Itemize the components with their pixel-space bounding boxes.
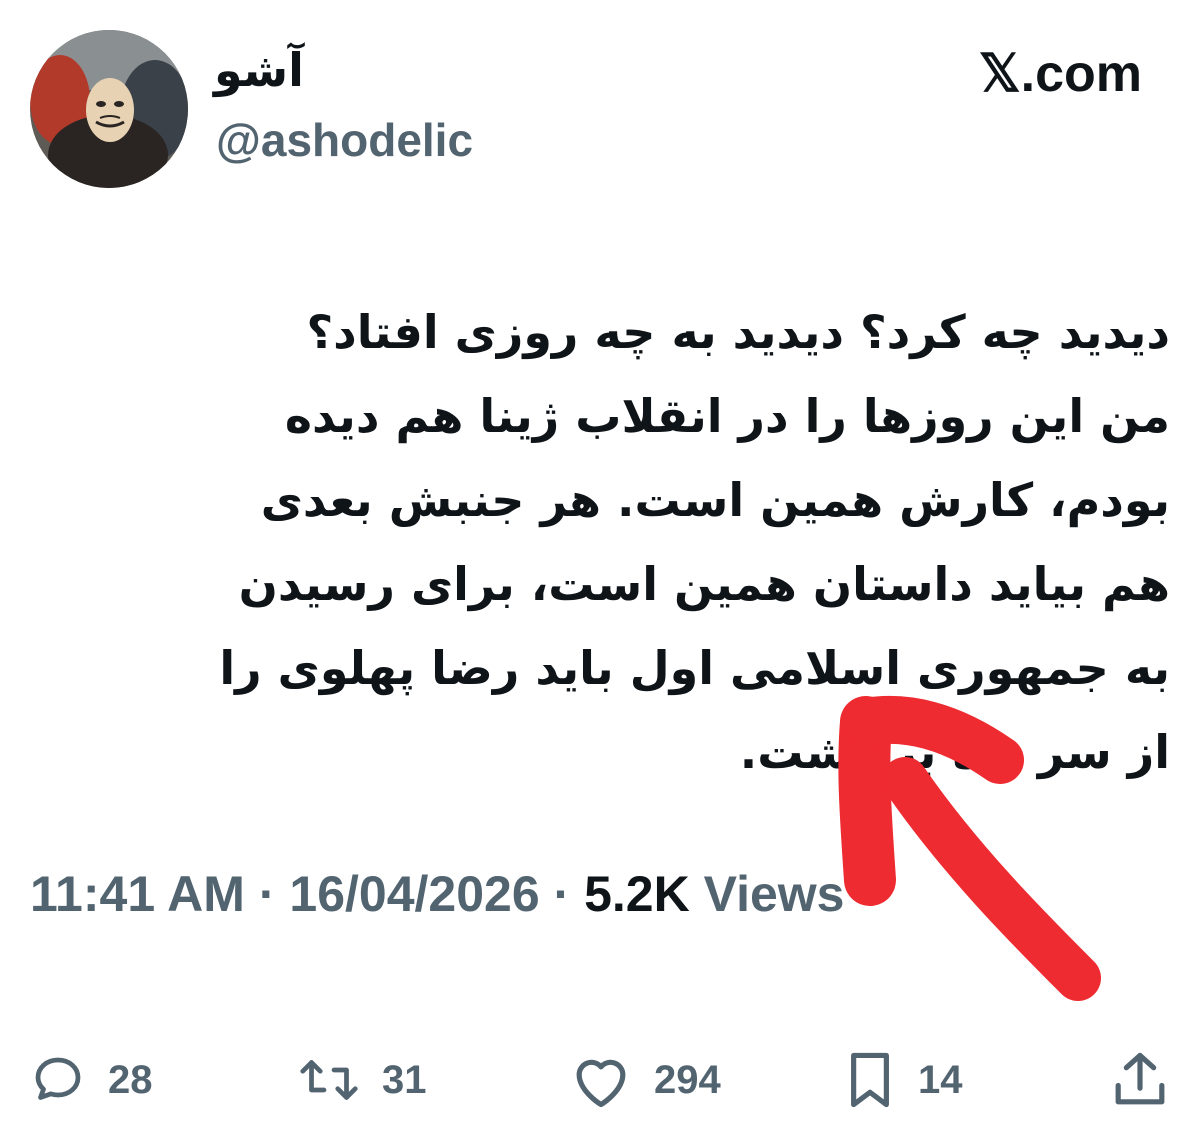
- share-icon: [1115, 1052, 1165, 1105]
- avatar-image: [30, 30, 188, 188]
- user-handle[interactable]: @ashodelic: [216, 112, 473, 168]
- reply-button[interactable]: 28: [28, 1040, 153, 1120]
- x-brand-logo: 𝕏.com: [978, 45, 1142, 103]
- views-count: 5.2K: [584, 866, 690, 922]
- like-button[interactable]: 294: [568, 1040, 721, 1120]
- views-label: Views: [703, 866, 845, 922]
- retweet-icon: [300, 1060, 358, 1100]
- tweet-text: دیدید چه کرد؟ دیدید به چه روزی افتاد؟ من…: [219, 305, 1170, 779]
- like-count: 294: [654, 1057, 721, 1102]
- tweet-time[interactable]: 11:41 AM: [30, 866, 245, 922]
- action-bar: 28 31 294 14: [0, 1040, 1200, 1120]
- bookmark-count: 14: [918, 1057, 963, 1102]
- retweet-count: 31: [382, 1057, 427, 1102]
- heart-icon: [576, 1059, 626, 1108]
- display-name[interactable]: آشو: [214, 42, 304, 98]
- share-button[interactable]: [1112, 1040, 1168, 1120]
- tweet-header: آشو @ashodelic 𝕏.com: [0, 0, 1200, 200]
- avatar[interactable]: [30, 30, 188, 188]
- reply-count: 28: [108, 1057, 153, 1102]
- tweet-date[interactable]: 16/04/2026: [289, 866, 539, 922]
- meta-separator: ·: [553, 866, 571, 922]
- arrow-shaft: [882, 757, 1101, 1001]
- retweet-button[interactable]: 31: [296, 1040, 427, 1120]
- bookmark-button[interactable]: 14: [842, 1040, 963, 1120]
- bookmark-icon: [851, 1052, 889, 1108]
- tweet-meta: 11:41 AM · 16/04/2026 · 5.2K Views: [30, 864, 845, 924]
- reply-icon: [35, 1057, 81, 1100]
- meta-separator: ·: [258, 866, 276, 922]
